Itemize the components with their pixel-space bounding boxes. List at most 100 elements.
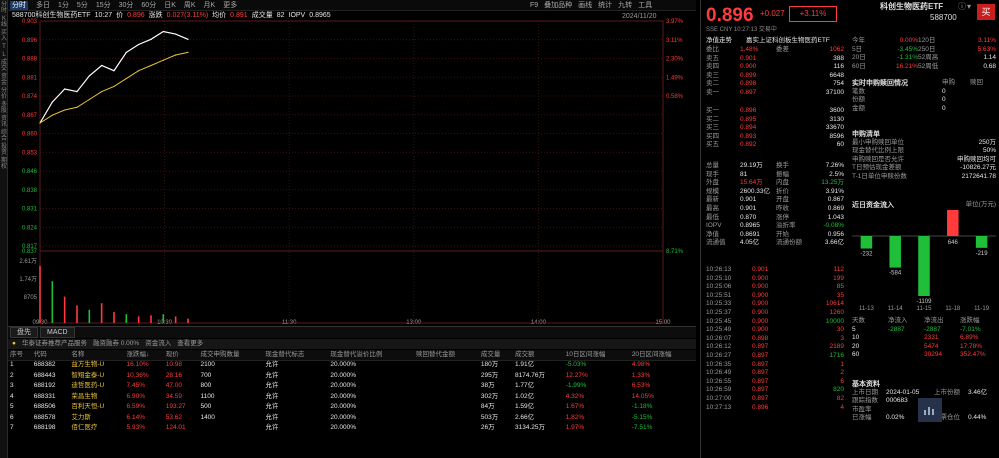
flow-date-label: 11-19 [974,306,990,312]
table-row[interactable]: 3 688192 迪哲医药-U 7.45% 47.00 800 允许 20.000% 38万 1.… [8,381,696,392]
period-tab-7[interactable]: 日K [164,2,176,9]
table-row[interactable]: 5 688506 百利天恒-U 6.59% 193.27 500 允许 20.000% 84万 1… [8,402,696,413]
vol-value: 82 [276,12,285,19]
indicator-tab-0[interactable]: 盘先 [10,327,38,338]
tool-button-0[interactable]: F9 [530,2,538,9]
stat-row-0-cell: 29.19万 [740,162,763,170]
chart-svg[interactable]: 0.903 3.97% 0.896 3.11% 0.888 2.30% 0.881 1.49%… [8,11,696,326]
period-tab-1[interactable]: 多日 [36,2,50,9]
table-cell: 1.59亿 [514,403,535,410]
table-row[interactable]: 6 688578 艾力斯 6.14% 53.62 1400 允许 20.000% 503万 2.6… [8,413,696,424]
basic-row: 上市日期 2024-01-05 上市份额 3.46亿 [852,389,996,398]
period-tab-4[interactable]: 15分 [96,2,111,9]
stat-row-5-cell: 最高 [706,205,719,213]
info-icon[interactable]: ⓘ [958,3,966,11]
left-tool-0[interactable]: 分时 [0,2,8,14]
flow-bar [947,210,959,236]
period-tab-6[interactable]: 60分 [141,2,156,9]
column-header-7[interactable]: 现金替代溢价比例 [328,350,414,361]
stat-row-7-cell: 溢折率 [776,222,796,230]
volume-bar [63,296,66,323]
stat-row-7: IOPV 0.8965 溢折率 -0.08% [706,222,844,231]
left-tool-8[interactable]: 多股 [0,102,8,114]
tool-button-1[interactable]: 叠加品种 [544,2,572,9]
table-row[interactable]: 4 688331 荣昌生物 6.90% 34.59 1100 允许 20.000% 302万 1.… [8,392,696,403]
left-tool-10[interactable]: 综合 [0,130,8,142]
table-row[interactable]: 2 688443 智翔金泰-U 10.36% 28.16 700 允许 20.000% 295万… [8,371,696,382]
dlist-row: T-1日单位申赎份数 2172641.78 [852,173,996,182]
column-header-9[interactable]: 成交量 [478,350,513,361]
perf-cell: 3.11% [978,37,996,45]
tick-price: 0.900 [752,309,769,317]
column-header-2[interactable]: 名称 [69,350,125,361]
left-tool-4[interactable]: L [0,52,8,58]
series-point [138,43,140,46]
period-tab-0[interactable]: 分时 [10,0,28,10]
table-cell: 6.59% [126,403,145,410]
promo-text[interactable]: 华泰证券推荐产品服务 [22,340,87,348]
left-tool-11[interactable]: 投资 [0,144,8,156]
table-row[interactable]: 1 688382 益方生物-U 16.10% 10.98 2100 允许 20.000% 180… [8,360,696,371]
left-tool-7[interactable]: 分价 [0,88,8,100]
column-header-4[interactable]: 现价 [163,350,199,361]
stat-row-6: 最低 0.870 涨停 1.043 [706,214,844,223]
y-tick-label: 0.867 [22,113,38,119]
table-cell: 124.01 [165,424,186,431]
basic-cell: 上市日期 [852,388,878,396]
chart-thumbnail-icon[interactable] [918,398,942,422]
tool-button-4[interactable]: 九转 [618,2,632,9]
column-header-5[interactable]: 成交申购数量 [198,350,264,361]
column-header-6[interactable]: 现金替代标志 [263,350,329,361]
column-header-3[interactable]: 涨跌幅↓ [124,350,164,361]
table-cell: 84万 [480,403,495,410]
tool-button-2[interactable]: 画线 [578,2,592,9]
sell-level-0-cell: 委比 [706,46,719,54]
period-tab-10[interactable]: 更多 [223,2,237,9]
caret-down-icon[interactable]: ▾ [967,3,971,11]
intraday-chart[interactable]: 0.903 3.97% 0.896 3.11% 0.888 2.30% 0.881 1.49%… [8,11,696,326]
indicator-tab-1[interactable]: MACD [40,327,75,338]
column-header-10[interactable]: 成交额 [512,350,564,361]
period-tab-5[interactable]: 30分 [119,2,134,9]
sell-level-3-cell: 卖三 [706,71,719,79]
volume-bar [76,305,78,323]
tick-volume: 2 [840,369,844,377]
table-cell [414,392,479,403]
left-tool-5[interactable]: 成交 [0,60,8,72]
period-tab-8[interactable]: 周K [184,2,196,9]
left-tool-9[interactable]: 资讯 [0,116,8,128]
y-tick-label: 0.881 [22,75,38,81]
plot-border [39,20,664,324]
column-header-11[interactable]: 10日区间涨幅 [563,350,630,361]
tool-button-3[interactable]: 统计 [598,2,612,9]
tick-row: 10:26:12 0.897 2189 [706,343,844,352]
sell-level-0-cell: 1062 [829,46,844,54]
buy-level-0-cell: 0.896 [740,107,757,115]
column-header-1[interactable]: 代码 [31,350,70,361]
column-header-8[interactable]: 赎回替代金额 [413,350,479,361]
left-tool-1[interactable]: K线 [0,16,8,28]
nav-trend-label[interactable]: 净值走势 [706,38,746,45]
table-row[interactable]: 7 688198 佰仁医疗 5.93% 124.01 允许 20.000% 26万 3134.2… [8,423,696,434]
period-tab-9[interactable]: 月K [204,2,216,9]
tick-row: 10:26:27 0.897 1716 [706,352,844,361]
tool-button-5[interactable]: 工具 [638,2,652,9]
left-tool-6[interactable]: 资金 [0,74,8,86]
table-cell: 益方生物-U [71,361,105,369]
column-header-12[interactable]: 20日区间涨幅 [629,350,696,361]
left-tool-2[interactable]: 买入 [0,30,8,42]
buy-level-3-cell: 买四 [706,132,719,140]
period-tab-3[interactable]: 5分 [77,2,88,9]
stat-row-5-cell: 昨收 [776,205,789,213]
promo-more-link[interactable]: 查看更多 [177,340,203,348]
column-header-0[interactable]: 序号 [8,350,32,361]
buy-button[interactable]: 买 [977,4,995,20]
dlist-label: T日预估现金差额 [852,164,902,172]
avg-label: 均价 [212,12,227,19]
tick-time: 10:25:49 [706,326,732,334]
left-tool-3[interactable]: T [0,44,8,50]
stat-row-0-cell: 总量 [706,162,719,170]
left-tool-12[interactable]: 期权 [0,158,8,170]
period-tab-2[interactable]: 1分 [58,2,69,9]
buy-level-1-cell: 3130 [829,115,844,123]
